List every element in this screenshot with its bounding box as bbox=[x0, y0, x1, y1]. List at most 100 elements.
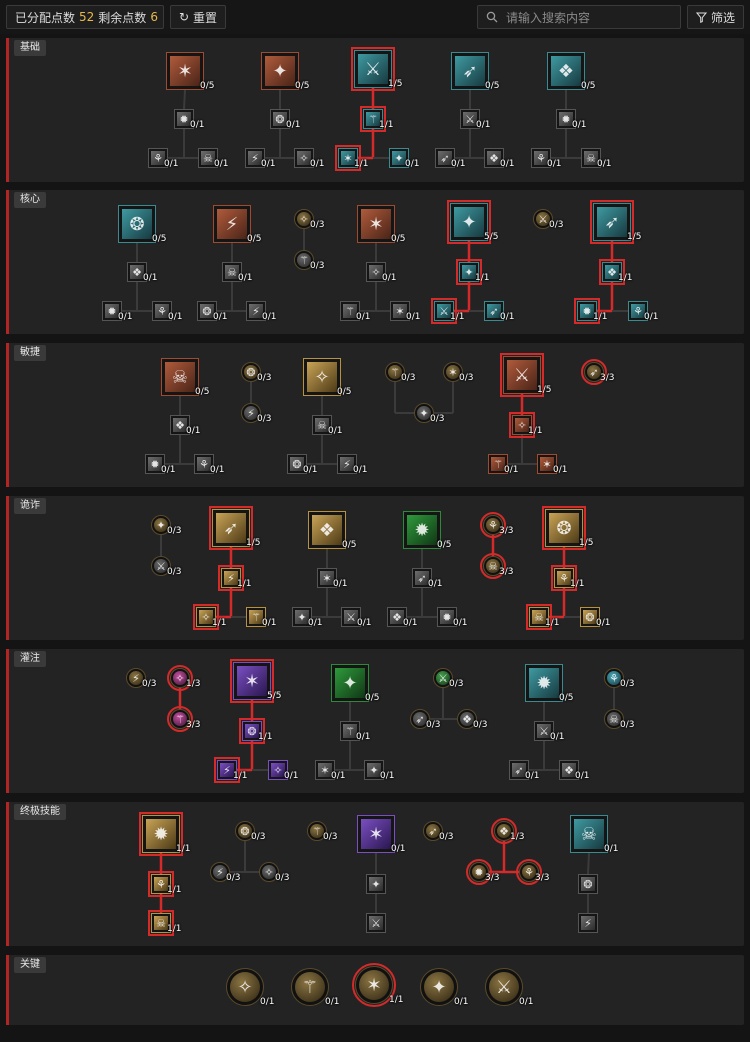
skill-icon: ⚡ bbox=[581, 916, 595, 930]
skill-node-basic-1[interactable]: ✶ bbox=[166, 52, 204, 90]
skill-icon: ☠ bbox=[486, 559, 500, 573]
skill-node-key-2[interactable]: ⚚ bbox=[291, 968, 329, 1006]
skill-node-core-4[interactable]: ✦ bbox=[447, 200, 491, 244]
skill-icon: ⚡ bbox=[244, 406, 258, 420]
skill-node-imb-1[interactable]: ✶ bbox=[230, 659, 274, 703]
skill-node-key-3[interactable]: ✶ bbox=[352, 963, 396, 1007]
skill-node-sub-1[interactable]: ➶ bbox=[209, 506, 253, 550]
rank-counter: 0/1 bbox=[210, 465, 225, 475]
rank-counter: 0/1 bbox=[333, 579, 348, 589]
rank-counter: 3/3 bbox=[600, 373, 615, 383]
rank-counter: 1/5 bbox=[246, 538, 261, 548]
skill-icon: ✶ bbox=[237, 666, 267, 696]
skill-icon: ✦ bbox=[424, 972, 454, 1002]
rank-counter: 0/1 bbox=[161, 465, 176, 475]
rank-counter: 0/1 bbox=[164, 159, 179, 169]
rank-counter: 0/5 bbox=[391, 234, 406, 244]
skill-icon: ⚔ bbox=[489, 972, 519, 1002]
rank-counter: 0/5 bbox=[485, 81, 500, 91]
skill-node-basic-3[interactable]: ⚔ bbox=[351, 47, 395, 91]
skill-node-core-1[interactable]: ❂ bbox=[118, 205, 156, 243]
skill-icon: ❖ bbox=[130, 265, 144, 279]
skill-node-ult-2a[interactable]: ✦ bbox=[366, 874, 386, 894]
rank-counter: 0/1 bbox=[451, 159, 466, 169]
rank-counter: 1/1 bbox=[233, 771, 248, 781]
skill-icon: ✦ bbox=[295, 610, 309, 624]
rank-counter: 0/1 bbox=[572, 120, 587, 130]
rank-counter: 0/1 bbox=[547, 159, 562, 169]
skill-node-sub-3[interactable]: ✹ bbox=[403, 511, 441, 549]
skill-node-key-5[interactable]: ⚔ bbox=[485, 968, 523, 1006]
rank-counter: 0/3 bbox=[620, 679, 635, 689]
rank-counter: 0/1 bbox=[190, 120, 205, 130]
rank-counter: 1/1 bbox=[212, 618, 227, 628]
rank-counter: 0/1 bbox=[391, 844, 406, 854]
skill-node-basic-2[interactable]: ✦ bbox=[261, 52, 299, 90]
skill-icon: ⚔ bbox=[358, 54, 388, 84]
skill-node-ult-1[interactable]: ✹ bbox=[139, 812, 183, 856]
rank-counter: 0/1 bbox=[308, 618, 323, 628]
skill-node-ult-3b[interactable]: ⚡ bbox=[578, 913, 598, 933]
skill-node-agi-3[interactable]: ⚔ bbox=[500, 353, 544, 397]
skill-node-sub-2[interactable]: ❖ bbox=[308, 511, 346, 549]
skill-icon: ⚘ bbox=[486, 518, 500, 532]
skill-icon: ✦ bbox=[392, 151, 406, 165]
skill-node-key-4[interactable]: ✦ bbox=[420, 968, 458, 1006]
rank-counter: 0/1 bbox=[214, 159, 229, 169]
rank-counter: 0/3 bbox=[426, 720, 441, 730]
rank-counter: 0/1 bbox=[553, 465, 568, 475]
skill-icon: ⚚ bbox=[366, 112, 380, 126]
rank-counter: 0/1 bbox=[238, 273, 253, 283]
skill-icon: ❂ bbox=[200, 304, 214, 318]
rank-counter: 3/3 bbox=[186, 720, 201, 730]
rank-counter: 0/5 bbox=[152, 234, 167, 244]
skill-node-ult-2b[interactable]: ⚔ bbox=[366, 913, 386, 933]
skill-node-core-2[interactable]: ⚡ bbox=[213, 205, 251, 243]
skill-node-ult-3a[interactable]: ❂ bbox=[578, 874, 598, 894]
rank-counter: 0/1 bbox=[284, 771, 299, 781]
skill-icon: ✶ bbox=[170, 56, 200, 86]
skill-icon: ⚔ bbox=[154, 559, 168, 573]
rank-counter: 1/1 bbox=[389, 995, 404, 1005]
skill-icon: ✦ bbox=[367, 763, 381, 777]
rank-counter: 1/5 bbox=[388, 79, 403, 89]
skill-icon: ⚘ bbox=[197, 457, 211, 471]
rank-counter: 0/3 bbox=[430, 414, 445, 424]
rank-counter: 0/3 bbox=[620, 720, 635, 730]
skill-icon: ⚘ bbox=[155, 304, 169, 318]
skill-node-core-3[interactable]: ✶ bbox=[357, 205, 395, 243]
skill-icon: ❖ bbox=[605, 265, 619, 279]
skill-icon: ⚘ bbox=[534, 151, 548, 165]
rank-counter: 1/1 bbox=[528, 426, 543, 436]
skill-node-sub-4[interactable]: ❂ bbox=[542, 506, 586, 550]
rank-counter: 0/5 bbox=[559, 693, 574, 703]
skill-icon: ⚘ bbox=[607, 671, 621, 685]
rank-counter: 0/1 bbox=[382, 273, 397, 283]
skill-node-ult-2[interactable]: ✶ bbox=[357, 815, 395, 853]
skill-icon: ⚡ bbox=[217, 209, 247, 239]
rank-counter: 0/3 bbox=[549, 220, 564, 230]
rank-counter: 0/1 bbox=[261, 159, 276, 169]
skill-node-basic-5[interactable]: ❖ bbox=[547, 52, 585, 90]
skill-node-agi-2[interactable]: ✧ bbox=[303, 358, 341, 396]
skill-node-agi-1[interactable]: ☠ bbox=[161, 358, 199, 396]
skill-node-basic-4[interactable]: ➶ bbox=[451, 52, 489, 90]
skill-icon: ⚔ bbox=[369, 916, 383, 930]
skill-node-key-1[interactable]: ✧ bbox=[226, 968, 264, 1006]
skill-icon: ☠ bbox=[154, 916, 168, 930]
skill-icon: ⚘ bbox=[557, 571, 571, 585]
skill-node-imb-3[interactable]: ✹ bbox=[525, 664, 563, 702]
rank-counter: 0/3 bbox=[439, 832, 454, 842]
skill-node-ult-3[interactable]: ☠ bbox=[570, 815, 608, 853]
rank-counter: 0/5 bbox=[195, 387, 210, 397]
skill-icon: ☠ bbox=[532, 610, 546, 624]
skill-icon: ✹ bbox=[407, 515, 437, 545]
rank-counter: 0/1 bbox=[405, 159, 420, 169]
rank-counter: 0/1 bbox=[328, 426, 343, 436]
skill-node-imb-2[interactable]: ✦ bbox=[331, 664, 369, 702]
skill-icon: ✦ bbox=[454, 207, 484, 237]
skill-icon: ⚚ bbox=[295, 972, 325, 1002]
rank-counter: 0/3 bbox=[275, 873, 290, 883]
rank-counter: 1/1 bbox=[450, 312, 465, 322]
skill-node-core-5[interactable]: ➶ bbox=[590, 200, 634, 244]
